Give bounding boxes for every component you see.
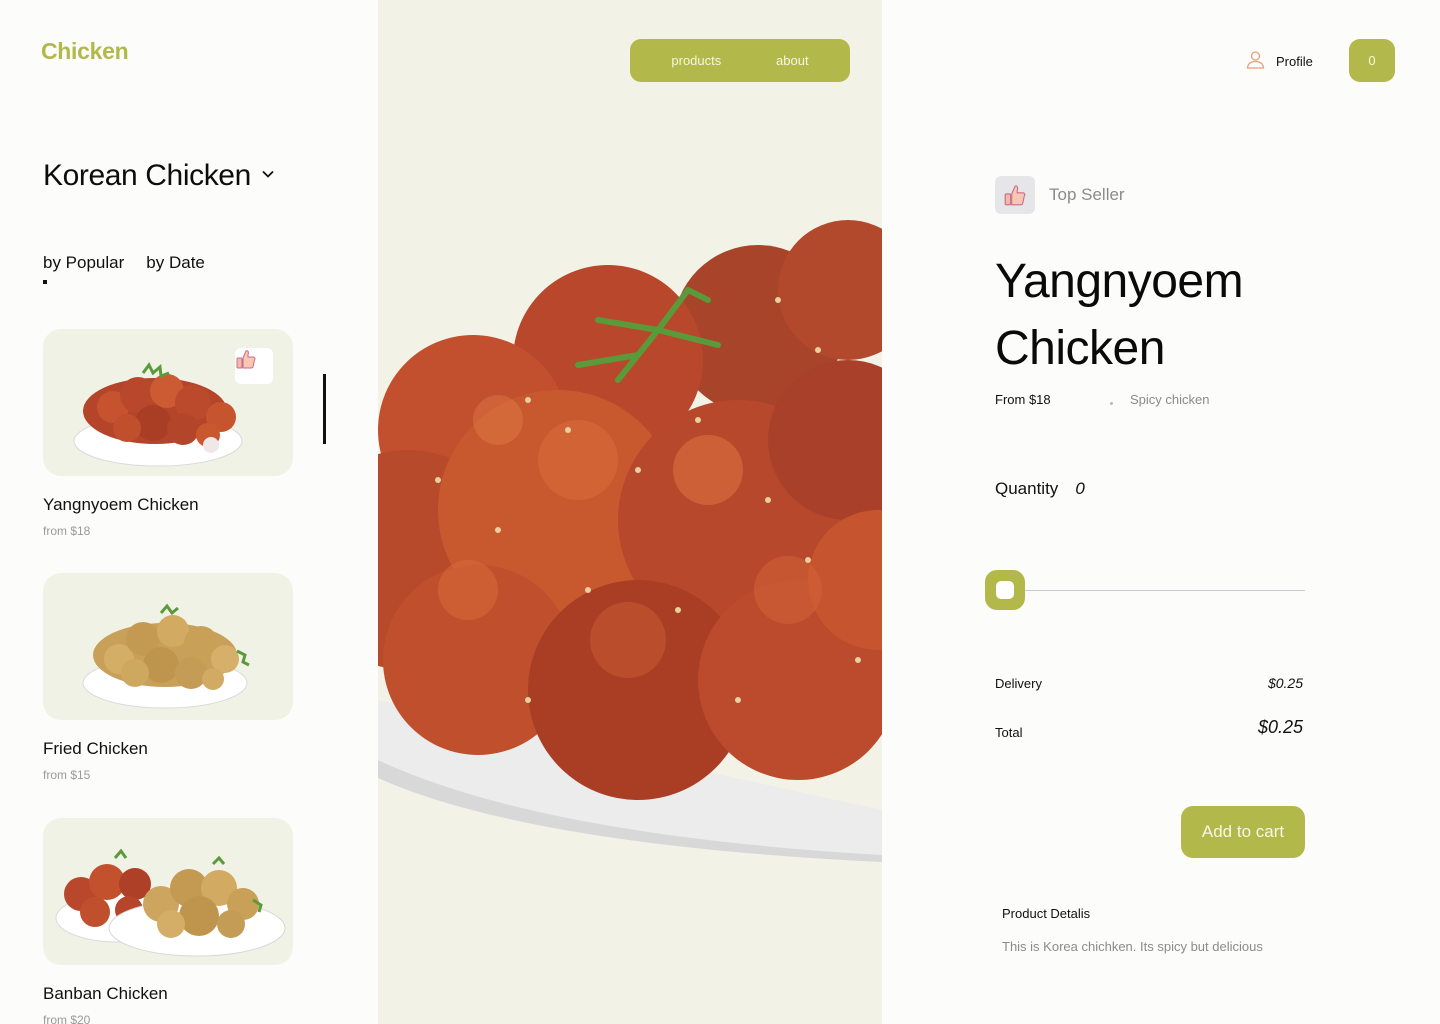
- delivery-label: Delivery: [995, 676, 1042, 691]
- nav-products[interactable]: products: [671, 53, 721, 68]
- quantity-label: Quantity: [995, 479, 1059, 498]
- sort-tabs: by Popular by Date: [43, 253, 205, 273]
- quantity-slider-track[interactable]: [1025, 590, 1305, 591]
- product-image: [43, 818, 293, 965]
- product-price: from $20: [43, 1013, 91, 1024]
- product-card[interactable]: Yangnyoem Chicken from $18: [43, 329, 293, 538]
- product-name: Yangnyoem Chicken: [43, 495, 199, 514]
- product-details-title: Product Detalis: [1002, 906, 1091, 921]
- category-title: Korean Chicken: [43, 159, 251, 192]
- quantity-row: Quantity 0: [995, 479, 1085, 499]
- quantity-slider-thumb[interactable]: [985, 570, 1025, 610]
- main-nav: products about: [630, 39, 850, 82]
- badge-label: Top Seller: [1049, 185, 1125, 204]
- separator-dot: [1110, 402, 1113, 405]
- profile-link[interactable]: Profile: [1245, 49, 1313, 73]
- total-value: $0.25: [1257, 717, 1303, 737]
- product-card[interactable]: Fried Chicken from $15: [43, 573, 293, 782]
- like-button[interactable]: [235, 348, 273, 384]
- product-price: from $15: [43, 768, 91, 782]
- cart-button[interactable]: 0: [1349, 39, 1395, 82]
- active-tab-indicator: [43, 280, 47, 284]
- profile-label: Profile: [1276, 53, 1313, 69]
- product-details-text: This is Korea chichken. Its spicy but de…: [1002, 939, 1263, 954]
- tab-by-popular[interactable]: by Popular: [43, 253, 124, 273]
- product-tag: Spicy chicken: [1130, 392, 1210, 407]
- product-image: [43, 573, 293, 720]
- total-label: Total: [995, 725, 1023, 740]
- tab-by-date[interactable]: by Date: [146, 253, 205, 273]
- hero-product-image: [378, 0, 882, 1024]
- cart-count: 0: [1368, 53, 1376, 68]
- product-image: [43, 329, 293, 476]
- product-title: Yangnyoem Chicken: [995, 255, 1244, 375]
- product-name: Banban Chicken: [43, 984, 168, 1003]
- brand-logo[interactable]: Chicken: [41, 38, 129, 65]
- category-selector[interactable]: Korean Chicken: [43, 159, 275, 193]
- product-card[interactable]: Banban Chicken from $20: [43, 818, 293, 1024]
- product-price: from $18: [43, 524, 91, 538]
- chevron-down-icon: [261, 167, 275, 186]
- top-seller-badge: Top Seller: [995, 176, 1125, 214]
- delivery-value: $0.25: [1267, 675, 1303, 691]
- user-icon: [1245, 49, 1266, 73]
- product-name: Fried Chicken: [43, 739, 148, 758]
- slider-thumb-inner: [996, 581, 1014, 599]
- quantity-value: 0: [1075, 479, 1085, 498]
- nav-about[interactable]: about: [776, 53, 809, 68]
- list-scrollbar[interactable]: [323, 374, 326, 444]
- thumbs-up-icon: [995, 176, 1035, 214]
- add-to-cart-button[interactable]: Add to cart: [1181, 806, 1305, 858]
- price-from: From $18: [995, 392, 1051, 407]
